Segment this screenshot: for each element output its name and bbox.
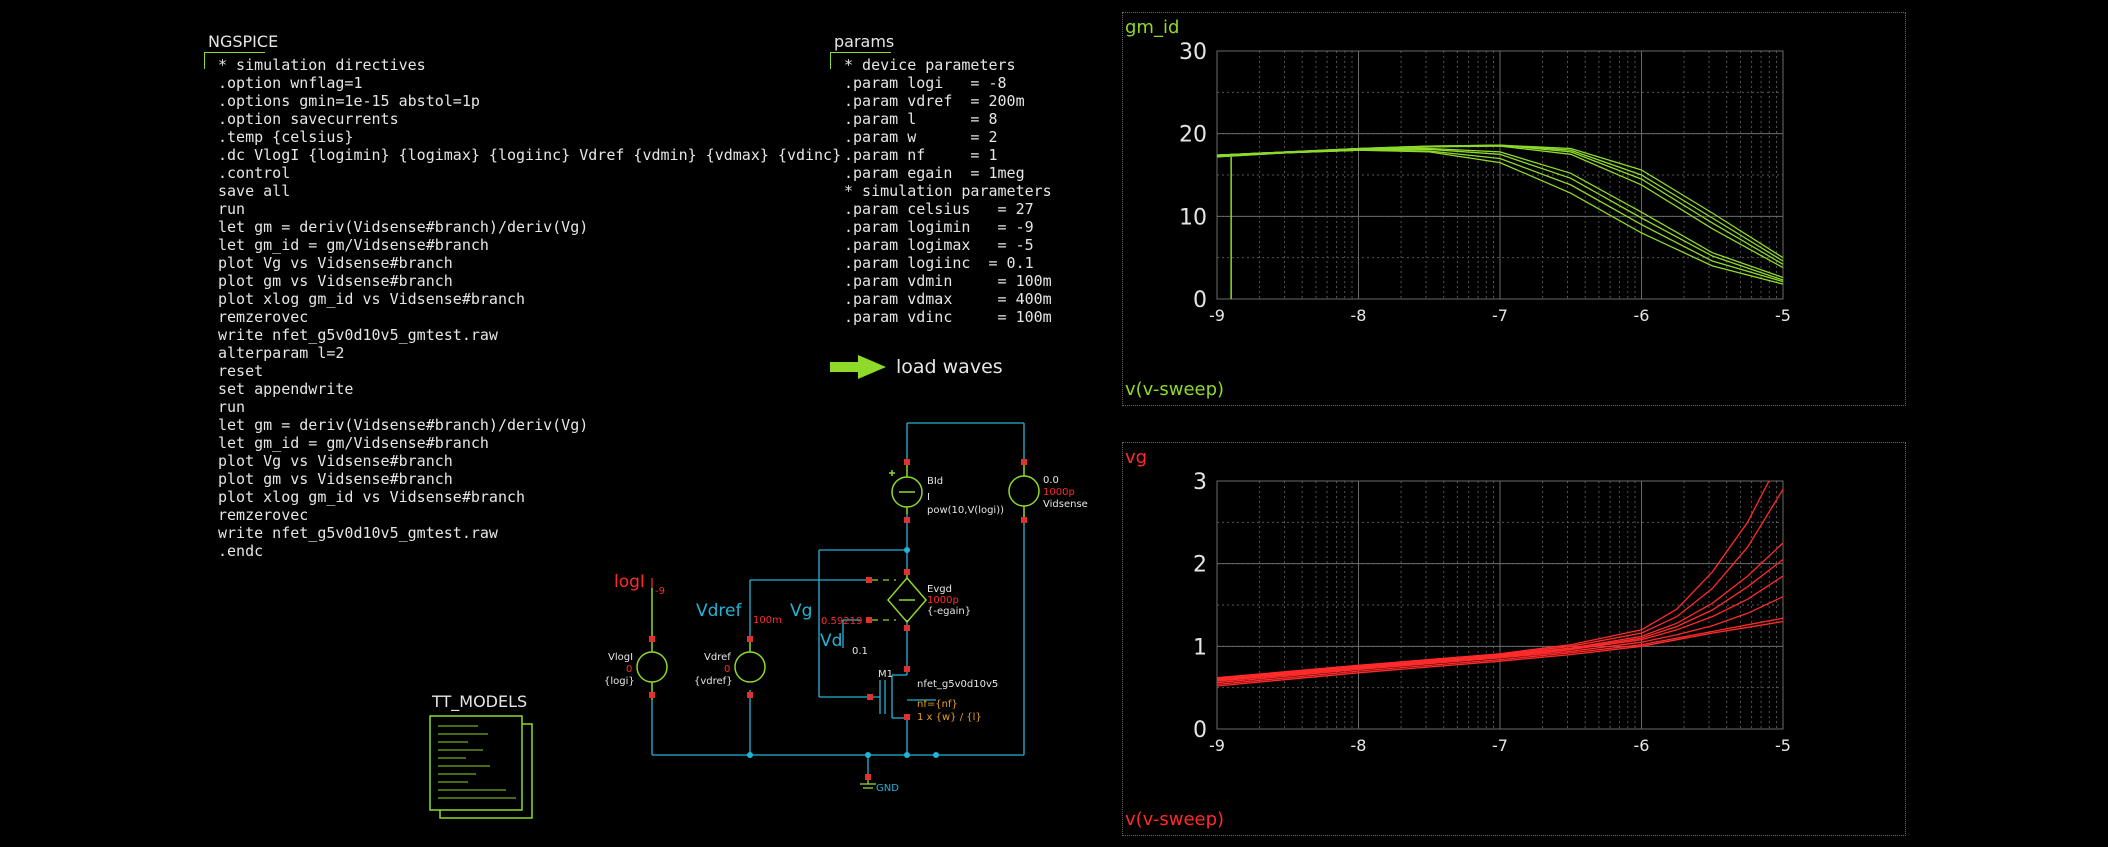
m1-model: nfet_g5v0d10v5 [917,679,998,690]
vidsense-current: 1000p [1043,487,1075,498]
x-tick-label: -9 [1209,306,1225,325]
vdref-src-value: 0 [724,664,730,675]
x-tick-label: -8 [1351,306,1367,325]
y-tick-label: 3 [1193,470,1207,495]
vdref-net-label: Vdref [696,601,742,621]
m1-size: 1 x {w} / {l} [917,712,982,723]
vd-net-label: Vd [820,631,842,651]
gm-id-xlabel: v(v-sweep) [1125,379,1224,400]
gm-id-chart: gm_id v(v-sweep) -9 -8 -7 -6 -5 0 10 20 30 [1125,17,1791,400]
x-tick-label: -7 [1492,306,1508,325]
gm-id-title: gm_id [1125,17,1179,38]
x-tick-label: -5 [1775,736,1791,755]
y-tick-label: 30 [1179,40,1207,65]
y-tick-label: 1 [1193,635,1207,660]
x-tick-label: -7 [1492,736,1508,755]
vg-title: vg [1125,447,1147,468]
vg-net-label: Vg [790,601,812,621]
vidsense-value: 0.0 [1043,475,1059,486]
schematic[interactable]: logI -9 Vdref 100m Vg 0.59219 Vd 0.1 Vlo… [0,0,1120,847]
gm-id-plot[interactable]: gm_id v(v-sweep) -9 -8 -7 -6 -5 0 10 20 30 [1122,12,1906,406]
bid-name: BId [927,476,943,487]
evgd-value: 1000p [927,595,959,606]
y-tick-label: 0 [1193,288,1207,313]
x-tick-label: -9 [1209,736,1225,755]
vg-chart: vg v(v-sweep) -9 -8 -7 -6 -5 0 1 2 3 [1125,447,1791,830]
series-line [1216,480,1770,679]
vlogi-expr: {logi} [604,676,635,687]
logi-net-label: logI [614,572,645,592]
vdref-net-value: 100m [753,615,782,626]
vlogi-value: 0 [626,664,632,675]
vg-xlabel: v(v-sweep) [1125,809,1224,830]
y-tick-label: 2 [1193,553,1207,578]
y-tick-label: 20 [1179,123,1207,148]
bid-current: I [927,492,930,503]
x-tick-label: -6 [1634,736,1650,755]
x-tick-label: -6 [1634,306,1650,325]
vg-plot[interactable]: vg v(v-sweep) -9 -8 -7 -6 -5 0 1 2 3 [1122,442,1906,836]
y-tick-label: 0 [1193,718,1207,743]
y-tick-label: 10 [1179,205,1207,230]
gnd-label: GND [876,783,899,794]
m1-name: M1 [878,669,893,680]
vdref-src-expr: {vdref} [694,676,733,687]
m1-nf: nf={nf} [917,699,958,710]
vd-net-value: 0.1 [852,646,868,657]
evgd-expr: {-egain} [927,606,971,617]
vg-net-value: 0.59219 [821,616,862,627]
vdref-src-name: Vdref [704,652,731,663]
vlogi-name: VlogI [608,652,633,663]
bid-expr: pow(10,V(logi)) [927,505,1004,516]
logi-net-value: -9 [655,586,665,597]
vidsense-name: Vidsense [1043,499,1088,510]
x-tick-label: -5 [1775,306,1791,325]
evgd-name: Evgd [927,584,952,595]
x-tick-label: -8 [1351,736,1367,755]
